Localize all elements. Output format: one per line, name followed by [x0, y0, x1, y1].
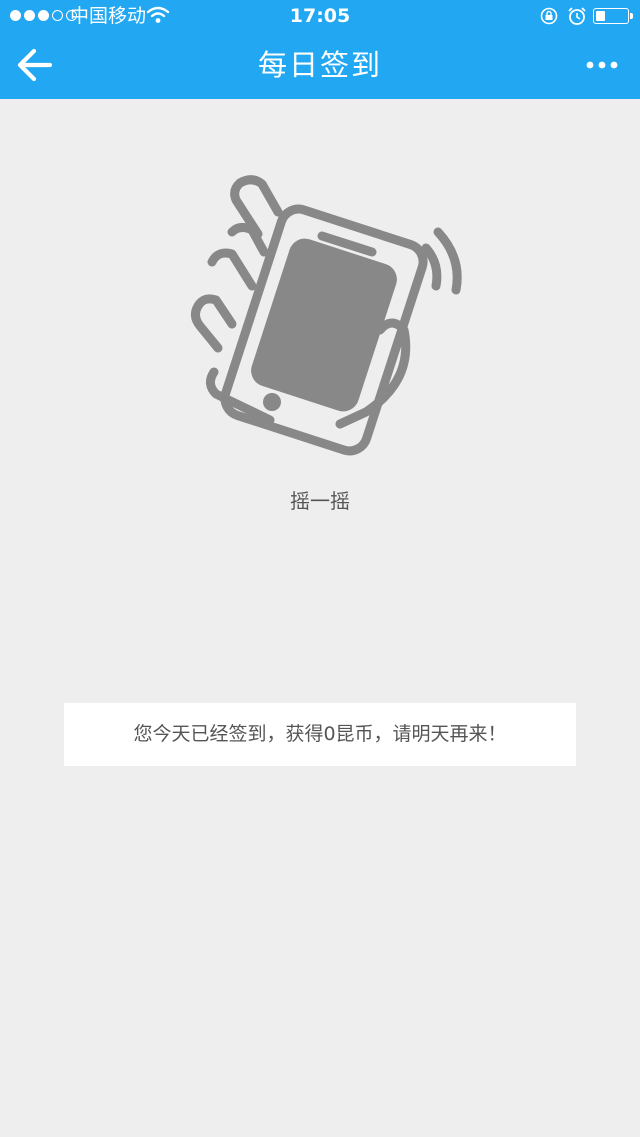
page-title: 每日签到 — [257, 48, 382, 82]
shake-label: 摇一摇 — [290, 489, 350, 513]
more-dots-icon[interactable] — [578, 50, 626, 80]
checkin-notice: 您今天已经签到，获得0昆币，请明天再来！ — [64, 703, 576, 766]
app-screen: 中国移动 17:05 每日签到 摇一摇 您今天已经签到，获得0昆币，请明天再来！ — [0, 0, 640, 1137]
top-bar: 中国移动 17:05 每日签到 — [0, 0, 640, 99]
shake-phone-icon[interactable] — [185, 170, 475, 460]
status-bar: 中国移动 17:05 — [0, 0, 640, 32]
battery-fill — [596, 11, 605, 21]
alarm-icon — [568, 7, 586, 25]
battery-icon — [593, 8, 633, 24]
rotation-lock-icon — [540, 7, 558, 25]
